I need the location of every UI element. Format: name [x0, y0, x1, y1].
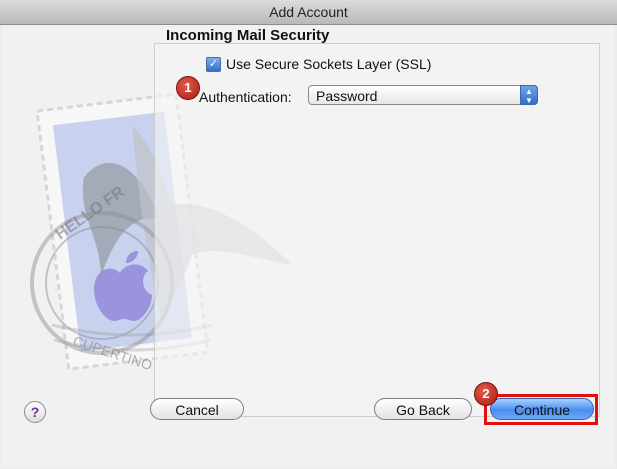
step-badge-1: 1: [176, 76, 200, 100]
ssl-label: Use Secure Sockets Layer (SSL): [226, 56, 432, 72]
go-back-button[interactable]: Go Back: [374, 398, 472, 420]
ssl-checkbox[interactable]: ✓: [206, 56, 221, 72]
select-arrows-icon: ▲ ▼: [520, 85, 538, 105]
continue-highlight-box: [484, 394, 598, 425]
help-button[interactable]: ?: [24, 401, 46, 423]
add-account-window: Add Account HELLO FR CUPERTINO Incoming …: [0, 0, 617, 469]
authentication-label: Authentication:: [199, 89, 292, 105]
cancel-button[interactable]: Cancel: [150, 398, 244, 420]
window-title: Add Account: [0, 0, 617, 25]
step-badge-2: 2: [474, 382, 498, 406]
section-title: Incoming Mail Security: [166, 27, 330, 44]
authentication-value: Password: [316, 88, 378, 104]
authentication-select[interactable]: Password ▲ ▼: [308, 85, 538, 105]
ssl-option[interactable]: ✓ Use Secure Sockets Layer (SSL): [206, 55, 431, 73]
